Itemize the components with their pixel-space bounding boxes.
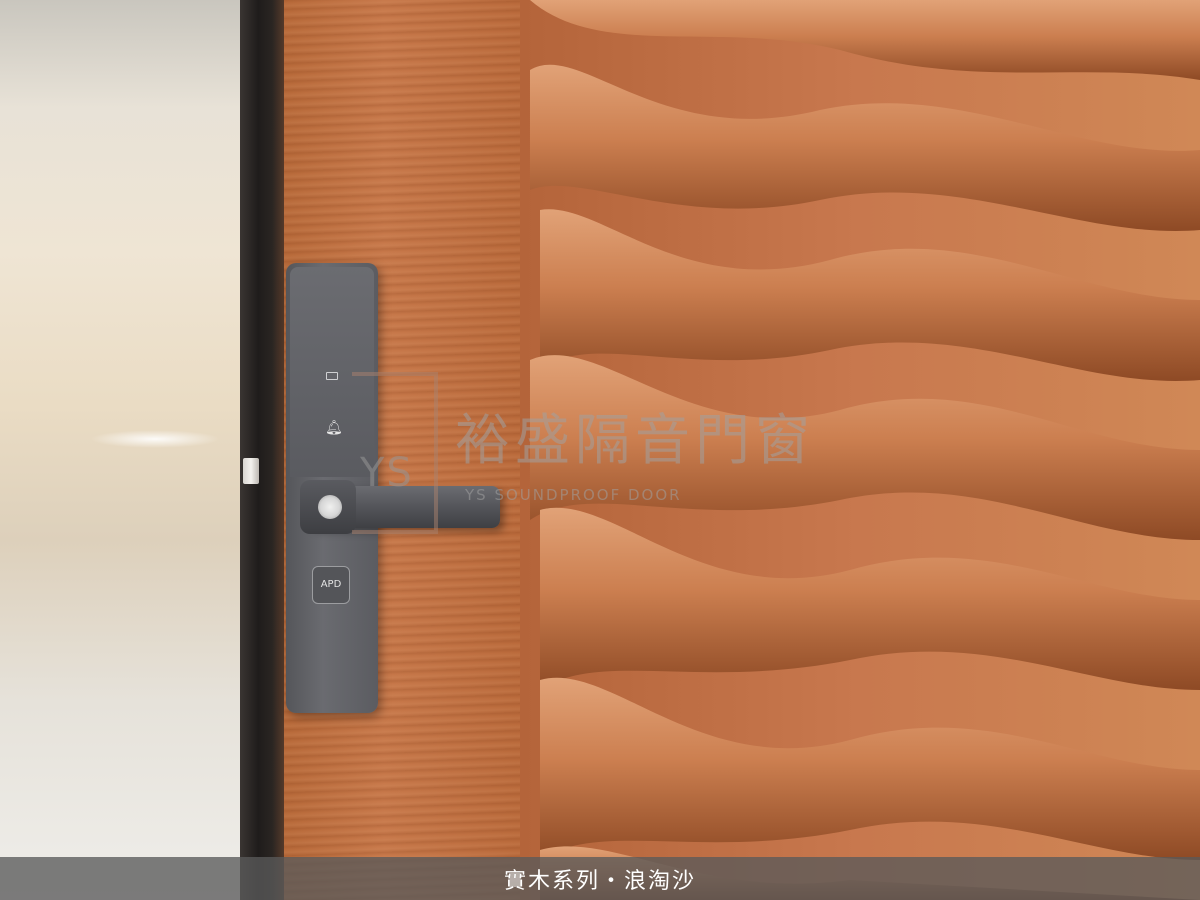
wall-light-spot: [90, 430, 220, 448]
blurred-wall: [0, 0, 242, 900]
watermark-brand-subtitle: YS SOUNDPROOF DOOR: [465, 486, 682, 504]
watermark-brand-name: 裕盛隔音門窗: [455, 408, 816, 472]
apd-button[interactable]: APD: [312, 566, 350, 604]
fingerprint-sensor-icon[interactable]: [318, 495, 342, 519]
card-icon: [326, 372, 338, 380]
caption-bar: 實木系列・浪淘沙: [0, 857, 1200, 900]
bell-icon[interactable]: 🔔︎: [325, 420, 343, 436]
door-frame: [240, 0, 286, 900]
door-hinge: [243, 458, 259, 484]
door-photo: 🔔︎ APD YS 裕盛隔音門窗 YS SOUNDPROOF DOOR: [0, 0, 1200, 900]
caption-text: 實木系列・浪淘沙: [503, 868, 696, 894]
watermark-logo-letters: YS: [360, 450, 414, 496]
